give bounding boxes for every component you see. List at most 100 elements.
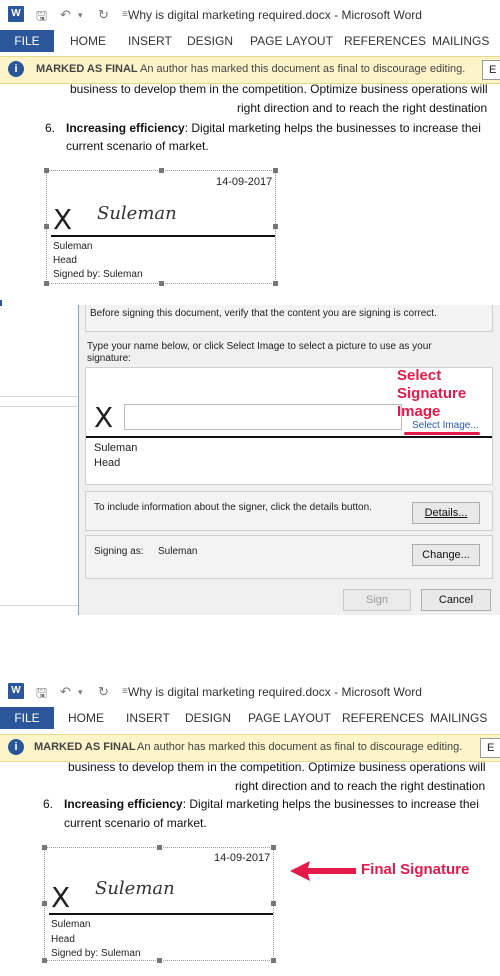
signature-date: 14-09-2017 (216, 176, 273, 188)
tab-home[interactable]: HOME (70, 34, 106, 48)
title-bar: W 🖫 ↶ ▾ ↻ ≡ Why is digital marketing req… (0, 677, 500, 707)
infobar-title: MARKED AS FINAL (34, 741, 136, 753)
resize-handle[interactable] (44, 224, 49, 229)
change-button-label: Change... (422, 549, 470, 561)
signature-date: 14-09-2017 (214, 852, 271, 864)
doc-background-line (0, 396, 78, 397)
signature-line-box[interactable]: 14-09-2017 X Suleman Suleman Head Signed… (42, 845, 276, 963)
tab-references[interactable]: REFERENCES (342, 711, 424, 725)
tab-page-layout[interactable]: PAGE LAYOUT (248, 711, 331, 725)
signature-instruction: Type your name below, or click Select Im… (87, 341, 432, 364)
handwritten-signature: Suleman (97, 203, 177, 224)
select-signature-annotation: Select Signature Image (397, 367, 467, 420)
title-bar: W 🖫 ↶ ▾ ↻ ≡ Why is digital marketing req… (0, 0, 500, 30)
signature-x-mark: X (51, 881, 71, 914)
cancel-button[interactable]: Cancel (421, 589, 491, 611)
resize-handle[interactable] (44, 281, 49, 286)
edit-anyway-button[interactable]: E (480, 738, 500, 758)
signing-as-value: Suleman (158, 546, 198, 557)
dialog-x-mark: X (94, 401, 114, 434)
resize-handle[interactable] (271, 901, 276, 906)
tab-design[interactable]: DESIGN (187, 34, 233, 48)
word-window-top: W 🖫 ↶ ▾ ↻ ≡ Why is digital marketing req… (0, 0, 500, 305)
list-item-text: Increasing efficiency: Digital marketing… (64, 797, 479, 811)
save-icon[interactable]: 🖫 (36, 7, 47, 29)
signature-setup-dialog: Before signing this document, verify tha… (78, 305, 500, 615)
resize-handle[interactable] (42, 901, 47, 906)
marked-final-infobar: i MARKED AS FINAL An author has marked t… (0, 56, 500, 84)
resize-handle[interactable] (273, 224, 278, 229)
edit-anyway-button[interactable]: E (482, 60, 500, 80)
resize-handle[interactable] (159, 281, 164, 286)
resize-handle[interactable] (42, 958, 47, 963)
signing-as-label: Signing as: (94, 546, 144, 557)
tab-mailings[interactable]: MAILINGS (430, 711, 487, 725)
resize-handle[interactable] (273, 281, 278, 286)
details-group: To include information about the signer,… (85, 491, 493, 531)
signing-as-group: Signing as: Suleman Change... (85, 535, 493, 579)
details-button[interactable]: Details... (412, 502, 480, 524)
signature-line-box[interactable]: 14-09-2017 X Suleman Suleman Head Signed… (44, 168, 278, 286)
list-item-bold: Increasing efficiency (64, 797, 183, 811)
tab-file[interactable]: FILE (0, 30, 54, 52)
info-icon: i (8, 739, 24, 755)
word-app-icon: W (8, 683, 24, 699)
list-number: 6. (43, 797, 54, 811)
doc-line-2: right direction and to reach the right d… (235, 779, 486, 793)
signed-by: Signed by: Suleman (51, 948, 141, 959)
list-number: 6. (45, 121, 56, 135)
signature-name-input[interactable] (124, 404, 402, 430)
infobar-title: MARKED AS FINAL (36, 63, 138, 75)
doc-line-1: business to develop them in the competit… (68, 760, 486, 774)
list-item-rest: : Digital marketing helps the businesses… (182, 797, 479, 811)
resize-handle[interactable] (157, 845, 162, 850)
details-button-label: Details... (424, 507, 468, 519)
resize-handle[interactable] (271, 845, 276, 850)
annotation-arrow-icon (290, 861, 356, 881)
dialog-signature-line (86, 436, 492, 438)
list-item-text-2: current scenario of market. (64, 816, 207, 830)
infobar-message: An author has marked this document as fi… (137, 741, 463, 753)
sign-button[interactable]: Sign (343, 589, 411, 611)
doc-line-2: right direction and to reach the right d… (237, 101, 488, 115)
tab-insert[interactable]: INSERT (128, 34, 172, 48)
tab-page-layout[interactable]: PAGE LAYOUT (250, 34, 333, 48)
resize-handle[interactable] (42, 845, 47, 850)
list-item-rest: : Digital marketing helps the businesses… (184, 121, 481, 135)
change-button[interactable]: Change... (412, 544, 480, 566)
tab-design[interactable]: DESIGN (185, 711, 231, 725)
cancel-button-label: Cancel (438, 594, 474, 606)
window-title: Why is digital marketing required.docx -… (128, 8, 422, 22)
signature-line (51, 235, 275, 237)
dialog-signer-title: Head (94, 457, 121, 469)
annotation-underline (404, 432, 480, 435)
resize-handle[interactable] (273, 168, 278, 173)
resize-handle[interactable] (157, 958, 162, 963)
signer-title: Head (53, 255, 77, 266)
save-icon[interactable]: 🖫 (36, 684, 47, 706)
signature-line (49, 913, 273, 915)
resize-handle[interactable] (159, 168, 164, 173)
left-border-strip (0, 300, 2, 306)
signer-name: Suleman (53, 241, 93, 252)
verify-box: Before signing this document, verify tha… (85, 305, 493, 332)
tab-file[interactable]: FILE (0, 707, 54, 729)
resize-handle[interactable] (44, 168, 49, 173)
verify-text: Before signing this document, verify tha… (90, 308, 437, 319)
doc-background-line (0, 605, 78, 606)
infobar-message: An author has marked this document as fi… (140, 63, 466, 75)
final-signature-annotation: Final Signature (361, 861, 470, 878)
tab-mailings[interactable]: MAILINGS (432, 34, 489, 48)
tab-insert[interactable]: INSERT (126, 711, 170, 725)
doc-background-line (0, 406, 78, 407)
select-image-link[interactable]: Select Image... (412, 420, 479, 431)
ribbon-tabs: FILE HOME INSERT DESIGN PAGE LAYOUT REFE… (0, 707, 500, 729)
resize-handle[interactable] (271, 958, 276, 963)
tab-home[interactable]: HOME (68, 711, 104, 725)
marked-final-infobar: i MARKED AS FINAL An author has marked t… (0, 734, 500, 762)
word-app-icon: W (8, 6, 24, 22)
ribbon-tabs: FILE HOME INSERT DESIGN PAGE LAYOUT REFE… (0, 30, 500, 52)
tab-references[interactable]: REFERENCES (344, 34, 426, 48)
signer-name: Suleman (51, 919, 91, 930)
word-window-bottom: W 🖫 ↶ ▾ ↻ ≡ Why is digital marketing req… (0, 677, 500, 976)
